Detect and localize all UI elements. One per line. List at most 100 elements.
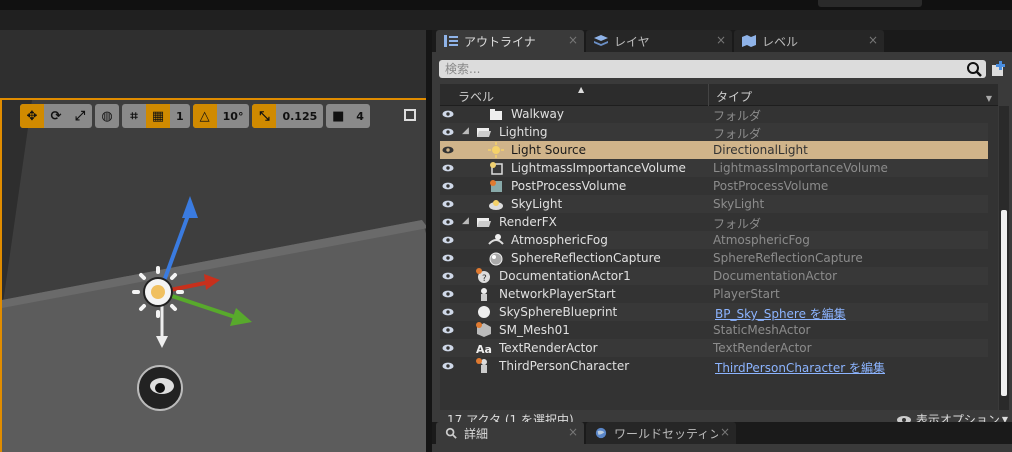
visibility-eye-icon[interactable]	[442, 234, 454, 246]
add-filter-icon[interactable]	[990, 60, 1008, 78]
top-pill	[818, 0, 922, 7]
outliner-row[interactable]: LightmassImportanceVolume LightmassImport…	[440, 159, 988, 177]
top-bar	[0, 0, 1012, 10]
outliner-row[interactable]: Walkway フォルダ	[440, 106, 988, 123]
column-separator[interactable]	[708, 84, 709, 106]
outliner-row[interactable]: Aa TextRenderActor TextRenderActor	[440, 339, 988, 357]
scale-snap-value[interactable]: 0.125	[276, 104, 323, 128]
rotation-snap-icon[interactable]: △	[192, 104, 217, 128]
static-mesh-icon	[476, 322, 491, 337]
outliner-row[interactable]: PostProcessVolume PostProcessVolume	[440, 177, 988, 195]
visibility-eye-icon[interactable]	[442, 360, 454, 372]
visibility-eye-icon[interactable]	[442, 180, 454, 192]
row-label: RenderFX	[499, 215, 557, 229]
tab-levels[interactable]: レベル ×	[734, 30, 884, 52]
close-icon[interactable]: ×	[868, 33, 878, 47]
outliner-icon	[444, 35, 458, 47]
translate-mode-icon[interactable]: ✥	[20, 104, 44, 128]
svg-text:Aa: Aa	[476, 343, 492, 356]
tab-outliner[interactable]: アウトライナ ×	[436, 30, 584, 52]
outliner-list: Walkway フォルダ ◢ Lighting フォルダ Light Source Dire…	[440, 106, 998, 410]
surface-snap-icon[interactable]: ⌗	[122, 104, 146, 128]
scale-mode-icon[interactable]: ⤢	[68, 104, 92, 128]
sort-ascending-icon[interactable]: ▲	[578, 85, 584, 94]
rotation-snap-group: △ 10°	[192, 104, 250, 128]
close-icon[interactable]: ×	[568, 33, 578, 47]
camera-speed-value[interactable]: 4	[350, 104, 370, 128]
row-label: PostProcessVolume	[511, 179, 627, 193]
reflection-sphere[interactable]	[137, 365, 183, 411]
expand-arrow-icon[interactable]: ◢	[462, 126, 469, 136]
row-type: フォルダ	[713, 217, 762, 231]
transform-mode-group: ✥ ⟳ ⤢	[20, 104, 92, 128]
rotation-snap-value[interactable]: 10°	[217, 104, 250, 128]
visibility-eye-icon[interactable]	[442, 126, 454, 138]
camera-speed-icon[interactable]: ■	[326, 104, 350, 128]
row-type: PlayerStart	[713, 287, 780, 301]
svg-text:?: ?	[482, 274, 487, 284]
outliner-status-bar: 17 アクタ (1 を選択中) 表示オプション ▼	[432, 408, 1012, 427]
outliner-row[interactable]: NetworkPlayerStart PlayerStart	[440, 285, 988, 303]
world-space-icon[interactable]: ◍	[95, 104, 119, 128]
outliner-row[interactable]: SkyLight SkyLight	[440, 195, 988, 213]
search-icon[interactable]	[966, 61, 982, 77]
outliner-tab-bar: アウトライナ × レイヤ × レベル ×	[432, 30, 1012, 52]
grid-snap-icon[interactable]: ▦	[146, 104, 170, 128]
visibility-eye-icon[interactable]	[442, 162, 454, 174]
edit-blueprint-link[interactable]: ThirdPersonCharacter を編集	[715, 359, 885, 376]
tab-layers[interactable]: レイヤ ×	[586, 30, 732, 52]
visibility-eye-icon[interactable]	[442, 216, 454, 228]
outliner-row[interactable]: SphereReflectionCapture SphereReflectionC…	[440, 249, 988, 267]
outliner-row[interactable]: ◢ Lighting フォルダ	[440, 123, 988, 141]
scrollbar-thumb[interactable]	[1001, 210, 1007, 396]
row-type: SkyLight	[713, 197, 765, 211]
outliner-row[interactable]: ? DocumentationActor1 DocumentationActor	[440, 267, 988, 285]
visibility-eye-icon[interactable]	[442, 108, 454, 120]
outliner-scrollbar[interactable]	[999, 106, 1009, 410]
visibility-eye-icon[interactable]	[442, 252, 454, 264]
visibility-eye-icon[interactable]	[442, 342, 454, 354]
editor-window: ✥ ⟳ ⤢ ◍ ⌗ ▦ 1 △ 10° ⤡ 0.125 ■ 4 アウトライナ ×…	[0, 0, 1012, 452]
world-icon	[595, 427, 607, 439]
layer-count[interactable]: 1	[170, 104, 190, 128]
reflection-capture-icon	[489, 252, 503, 266]
tab-details[interactable]: 詳細 ×	[436, 422, 584, 444]
close-icon[interactable]: ×	[568, 425, 578, 439]
scale-snap-icon[interactable]: ⤡	[252, 104, 277, 128]
maximize-viewport-icon[interactable]	[404, 109, 416, 121]
visibility-eye-icon[interactable]	[442, 270, 454, 282]
column-type-header[interactable]: タイプ	[716, 88, 752, 105]
outliner-row[interactable]: ◢ RenderFX フォルダ	[440, 213, 988, 231]
visibility-eye-icon[interactable]	[442, 288, 454, 300]
folder-icon	[490, 109, 502, 120]
column-header: ラベル ▲ タイプ ▼	[440, 84, 998, 106]
lightmass-volume-icon	[490, 162, 503, 175]
directional-light-icon	[488, 142, 504, 158]
visibility-eye-icon[interactable]	[442, 144, 454, 156]
edit-blueprint-link[interactable]: BP_Sky_Sphere を編集	[715, 305, 846, 322]
tab-world-settings[interactable]: ワールドセッティング ×	[586, 422, 736, 444]
outliner-row[interactable]: SkySphereBlueprint BP_Sky_Sphere を編集	[440, 303, 988, 321]
close-icon[interactable]: ×	[716, 33, 726, 47]
viewport-header	[0, 30, 430, 98]
column-label-header[interactable]: ラベル	[458, 88, 494, 105]
row-type: DirectionalLight	[713, 143, 808, 157]
row-type: フォルダ	[713, 109, 762, 123]
outliner-row[interactable]: ThirdPersonCharacter ThirdPersonCharacter…	[440, 357, 988, 375]
visibility-eye-icon[interactable]	[442, 324, 454, 336]
outliner-row[interactable]: Light Source DirectionalLight	[440, 141, 988, 159]
scale-snap-group: ⤡ 0.125	[252, 104, 324, 128]
level-viewport[interactable]	[0, 98, 426, 452]
outliner-row[interactable]: AtmosphericFog AtmosphericFog	[440, 231, 988, 249]
visibility-eye-icon[interactable]	[442, 306, 454, 318]
expand-arrow-icon[interactable]: ◢	[462, 216, 469, 226]
rotate-mode-icon[interactable]: ⟳	[44, 104, 68, 128]
close-icon[interactable]: ×	[720, 425, 730, 439]
layers-icon	[594, 35, 608, 46]
search-input[interactable]	[439, 60, 959, 78]
visibility-eye-icon[interactable]	[442, 198, 454, 210]
column-options-icon[interactable]: ▼	[986, 94, 992, 103]
details-panel-strip	[432, 444, 1012, 452]
outliner-row[interactable]: SM_Mesh01 StaticMeshActor	[440, 321, 988, 339]
row-label: DocumentationActor1	[499, 269, 631, 283]
